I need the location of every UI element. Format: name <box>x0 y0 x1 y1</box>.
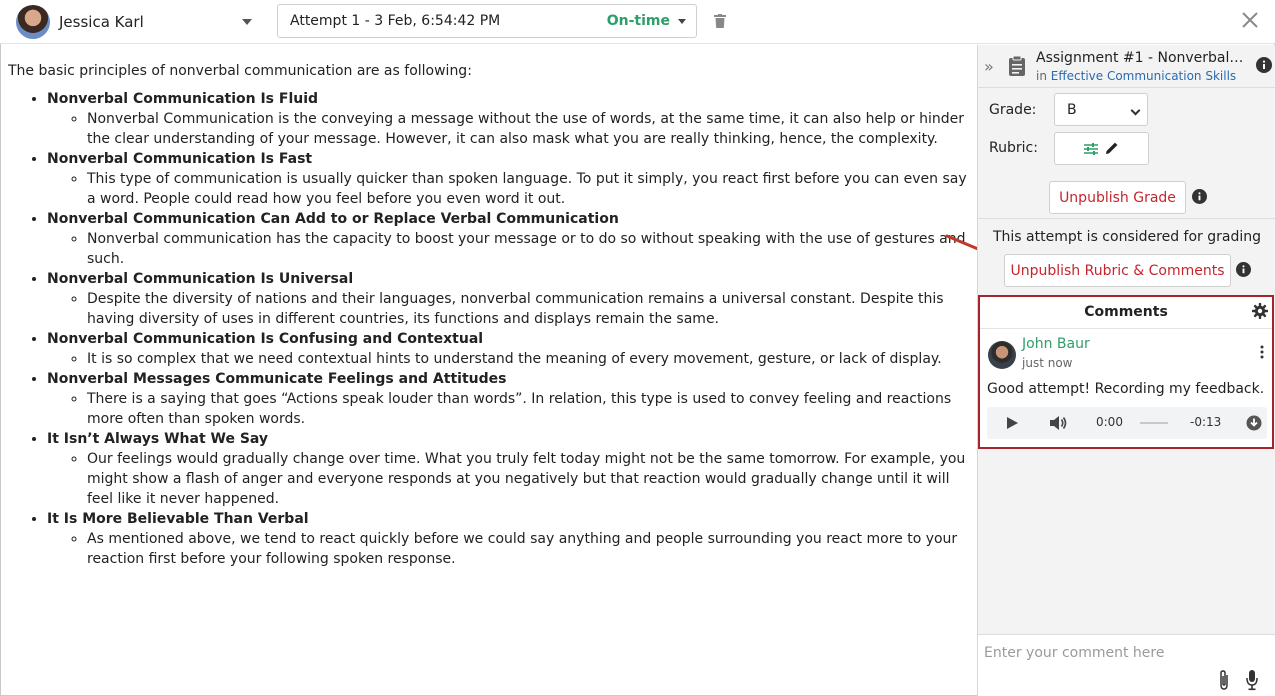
gear-icon[interactable] <box>1252 303 1268 319</box>
intro-text: The basic principles of nonverbal commun… <box>8 63 472 79</box>
item-detail: There is a saying that goes “Actions spe… <box>87 389 969 429</box>
principles-list: Nonverbal Communication Is Fluid Nonverb… <box>8 89 969 569</box>
comments-panel: Comments John Baur just now Good attempt… <box>978 295 1274 449</box>
student-name: Jessica Karl <box>59 13 144 31</box>
item-detail: Nonverbal communication has the capacity… <box>87 229 969 269</box>
item-detail: Our feelings would gradually change over… <box>87 449 969 509</box>
course-link[interactable]: Effective Communication Skills <box>1051 69 1236 83</box>
info-icon[interactable] <box>1256 57 1272 73</box>
item-title: Nonverbal Communication Is Fluid <box>47 91 319 107</box>
rubric-label: Rubric: <box>989 140 1038 156</box>
grading-sidebar: » Assignment #1 - Nonverbal co... in Eff… <box>977 45 1275 696</box>
in-label: in <box>1036 69 1047 83</box>
commenter-name[interactable]: John Baur <box>1022 336 1090 352</box>
audio-progress-slider[interactable] <box>1140 422 1168 424</box>
info-icon[interactable] <box>1236 262 1251 277</box>
item-detail: It is so complex that we need contextual… <box>87 349 969 369</box>
comment-input[interactable] <box>984 641 1214 665</box>
assignment-title[interactable]: Assignment #1 - Nonverbal co... <box>1036 50 1246 66</box>
grade-select[interactable]: B <box>1054 93 1148 126</box>
item-title: Nonverbal Communication Can Add to or Re… <box>47 211 619 227</box>
clipboard-icon <box>1009 55 1025 76</box>
paperclip-icon[interactable] <box>1217 669 1231 691</box>
double-chevron-right-icon[interactable]: » <box>984 57 994 76</box>
item-title: Nonverbal Communication Is Universal <box>47 271 354 287</box>
item-detail: As mentioned above, we tend to react qui… <box>87 529 969 569</box>
item-title: It Is More Believable Than Verbal <box>47 511 309 527</box>
caret-down-icon <box>242 19 252 25</box>
close-icon[interactable] <box>1240 10 1260 30</box>
grade-value: B <box>1067 102 1077 118</box>
more-options-icon[interactable] <box>1260 345 1264 359</box>
rubric-controls <box>1054 132 1149 165</box>
audio-current-time: 0:00 <box>1096 415 1123 429</box>
item-title: Nonverbal Communication Is Fast <box>47 151 313 167</box>
attempt-status: On-time <box>606 13 670 29</box>
grade-label: Grade: <box>989 102 1037 118</box>
grade-section: Grade: B Rubric: Unpublish Grade <box>978 87 1275 219</box>
sliders-icon[interactable] <box>1084 142 1098 156</box>
assignment-header: » Assignment #1 - Nonverbal co... in Eff… <box>978 45 1275 87</box>
unpublish-grade-button[interactable]: Unpublish Grade <box>1049 181 1186 214</box>
info-icon[interactable] <box>1192 189 1207 204</box>
list-item: Nonverbal Communication Can Add to or Re… <box>47 209 969 269</box>
caret-down-icon <box>678 19 686 24</box>
play-icon[interactable] <box>1005 416 1019 430</box>
volume-icon[interactable] <box>1049 415 1067 431</box>
list-item: Nonverbal Communication Is Universal Des… <box>47 269 969 329</box>
commenter-avatar <box>988 341 1016 369</box>
list-item: Nonverbal Communication Is Fast This typ… <box>47 149 969 209</box>
comment-compose <box>978 634 1275 696</box>
attempt-grading-note: This attempt is considered for grading <box>992 229 1261 245</box>
pencil-icon[interactable] <box>1105 141 1119 155</box>
attempt-selector[interactable]: Attempt 1 - 3 Feb, 6:54:42 PM On-time <box>277 4 697 38</box>
student-avatar <box>16 5 50 39</box>
list-item: Nonverbal Communication Is Fluid Nonverb… <box>47 89 969 149</box>
audio-remaining-time: -0:13 <box>1190 415 1222 429</box>
comment-timestamp: just now <box>1022 356 1073 370</box>
assignment-course: in Effective Communication Skills <box>1036 69 1236 83</box>
list-item: Nonverbal Messages Communicate Feelings … <box>47 369 969 429</box>
item-detail: This type of communication is usually qu… <box>87 169 969 209</box>
list-item: It Isn’t Always What We Say Our feelings… <box>47 429 969 509</box>
top-bar: Jessica Karl Attempt 1 - 3 Feb, 6:54:42 … <box>0 0 1275 44</box>
submission-content: The basic principles of nonverbal commun… <box>0 45 977 696</box>
item-title: It Isn’t Always What We Say <box>47 431 269 447</box>
download-icon[interactable] <box>1246 415 1262 431</box>
item-detail: Despite the diversity of nations and the… <box>87 289 969 329</box>
trash-icon[interactable] <box>714 14 726 28</box>
comments-title: Comments <box>980 297 1272 329</box>
list-item: Nonverbal Communication Is Confusing and… <box>47 329 969 369</box>
item-detail: Nonverbal Communication is the conveying… <box>87 109 969 149</box>
microphone-icon[interactable] <box>1245 669 1259 691</box>
audio-player: 0:00 -0:13 <box>987 407 1267 439</box>
item-title: Nonverbal Communication Is Confusing and… <box>47 331 484 347</box>
chevron-down-icon <box>1130 105 1141 116</box>
comment-text: Good attempt! Recording my feedback. <box>987 381 1265 397</box>
attempt-label: Attempt 1 - 3 Feb, 6:54:42 PM <box>290 13 501 29</box>
list-item: It Is More Believable Than Verbal As men… <box>47 509 969 569</box>
unpublish-rubric-comments-button[interactable]: Unpublish Rubric & Comments <box>1004 254 1231 287</box>
item-title: Nonverbal Messages Communicate Feelings … <box>47 371 507 387</box>
student-selector[interactable]: Jessica Karl <box>16 3 262 41</box>
